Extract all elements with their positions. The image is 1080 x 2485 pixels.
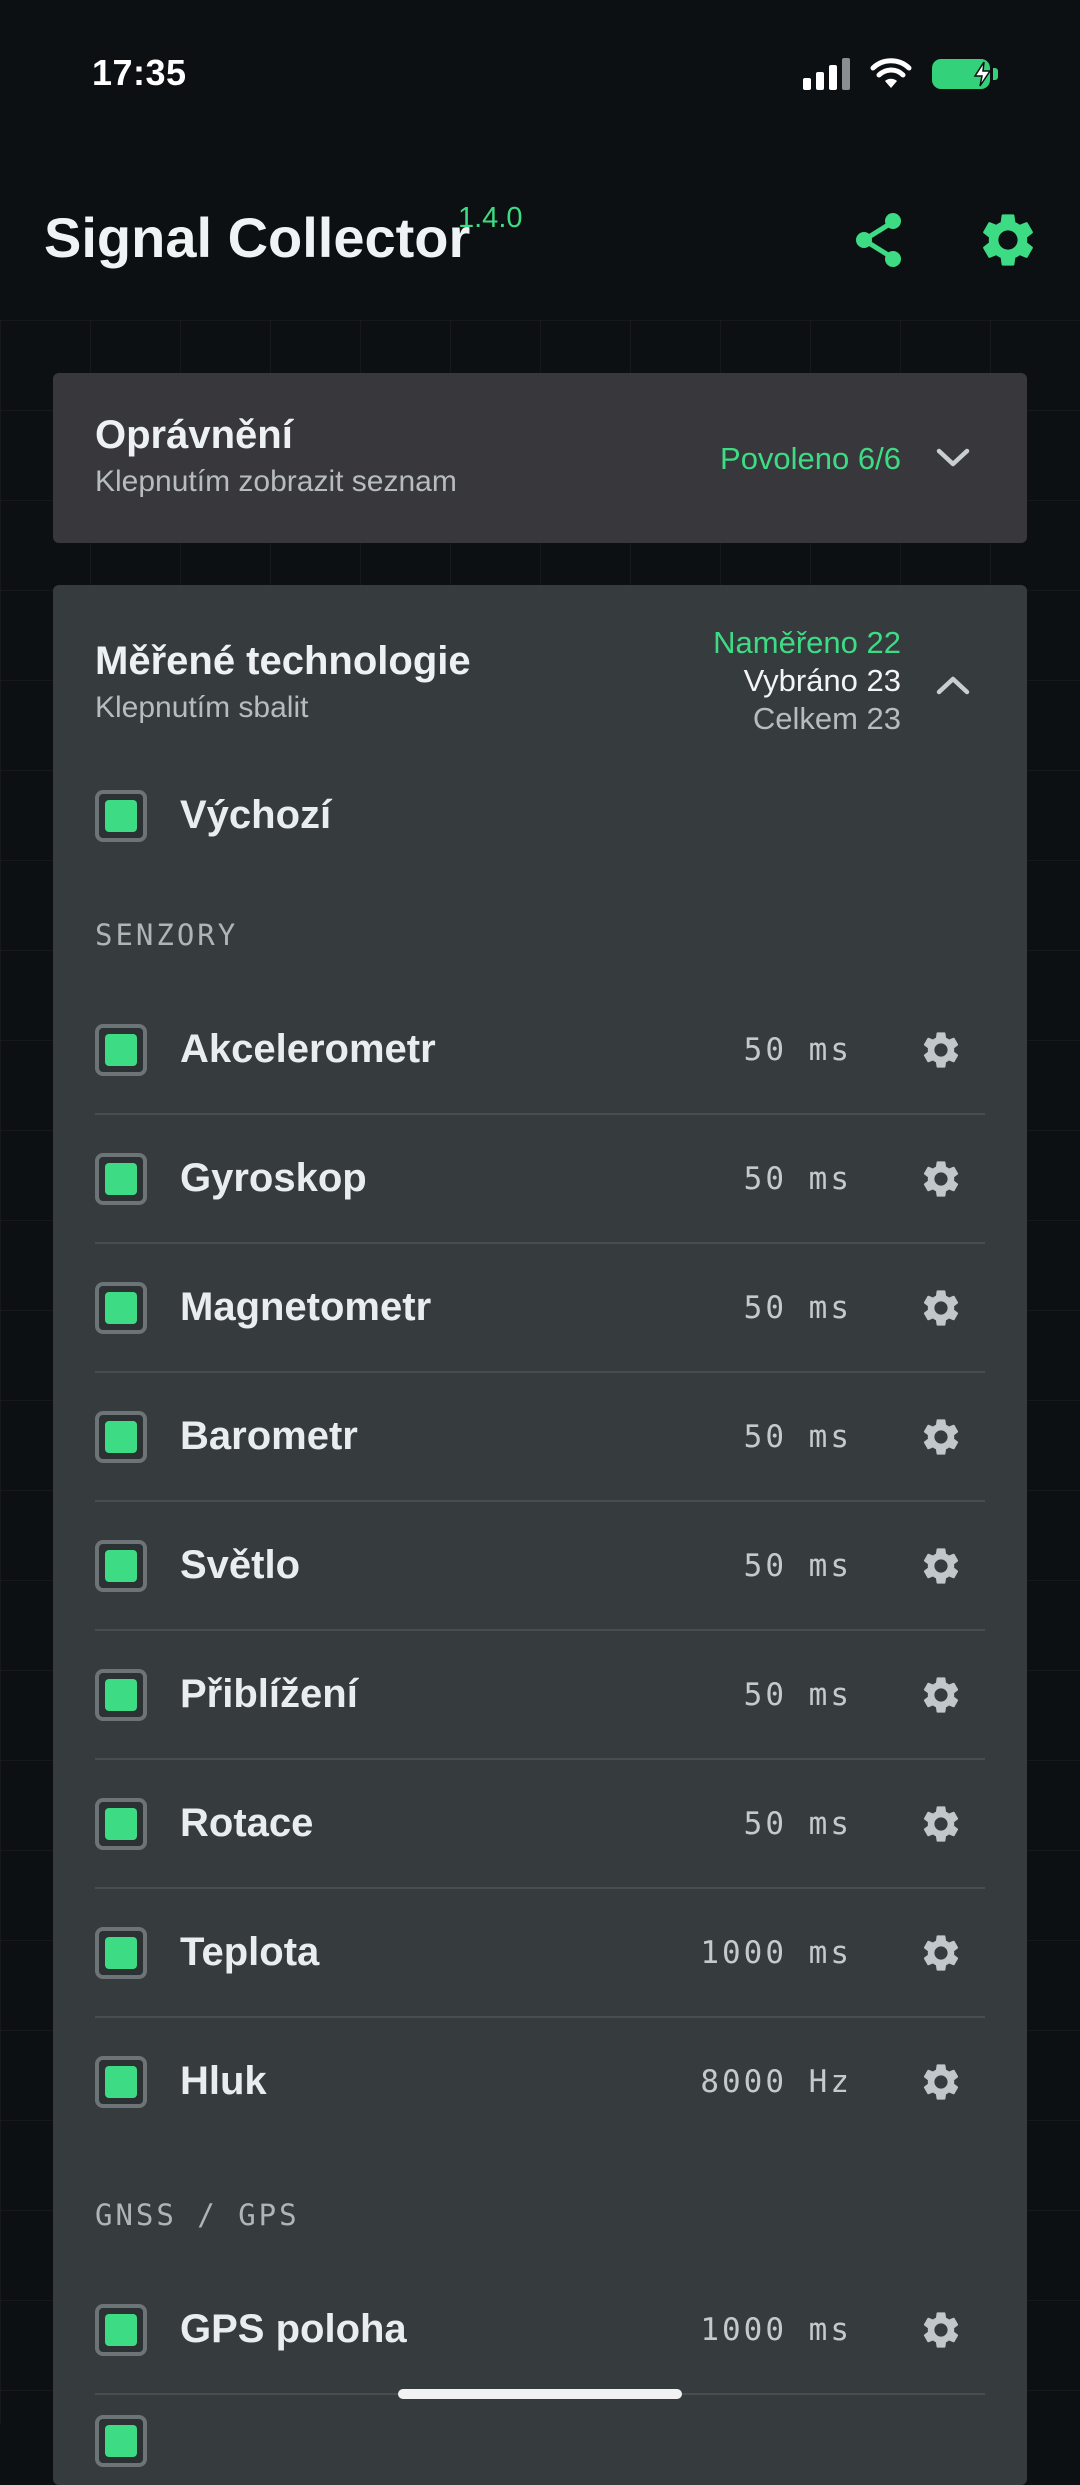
permissions-status: Povoleno 6/6	[720, 441, 901, 476]
divider	[95, 1887, 985, 1889]
status-time: 17:35	[92, 52, 187, 93]
divider	[95, 1758, 985, 1760]
row-value: 50 ms	[743, 1806, 852, 1842]
row-label: GPS poloha	[180, 2307, 407, 2351]
share-icon	[856, 213, 901, 267]
divider	[95, 2016, 985, 2018]
row-label: Barometr	[180, 1414, 358, 1458]
row-value: 8000 Hz	[700, 2064, 852, 2100]
divider	[95, 1371, 985, 1373]
battery-icon	[932, 59, 998, 89]
row-value: 50 ms	[743, 1548, 852, 1584]
section-heading-gnss: GNSS / GPS	[95, 2198, 300, 2232]
technologies-subtitle: Klepnutím sbalit	[95, 691, 309, 724]
gear-icon[interactable]	[919, 1673, 963, 1717]
checkbox[interactable]	[95, 1669, 147, 1721]
row-label: Rotace	[180, 1801, 314, 1845]
checkbox[interactable]	[95, 1798, 147, 1850]
app-version: 1.4.0	[458, 202, 523, 234]
row-value: 1000 ms	[700, 2312, 852, 2348]
checkbox[interactable]	[95, 1927, 147, 1979]
row-value: 50 ms	[743, 1419, 852, 1455]
permissions-card[interactable]: Oprávnění Klepnutím zobrazit seznam Povo…	[53, 373, 1027, 543]
gear-icon[interactable]	[919, 2060, 963, 2104]
total-count: Celkem 23	[752, 701, 901, 736]
gear-icon[interactable]	[919, 1415, 963, 1459]
row-label: Gyroskop	[180, 1156, 367, 1200]
default-label: Výchozí	[180, 793, 332, 837]
divider	[95, 1242, 985, 1244]
cellular-signal-icon	[803, 58, 850, 90]
status-bar: 17:35	[0, 0, 1080, 150]
gear-icon[interactable]	[919, 1544, 963, 1588]
row-value: 50 ms	[743, 1677, 852, 1713]
section-heading-sensors: SENZORY	[95, 918, 239, 952]
technologies-card: Měřené technologie Klepnutím sbalit Namě…	[53, 585, 1027, 2485]
share-button[interactable]	[848, 208, 912, 272]
row-label: Světlo	[180, 1543, 301, 1587]
checkbox[interactable]	[95, 1540, 147, 1592]
checkbox[interactable]	[95, 2304, 147, 2356]
gear-icon[interactable]	[919, 2308, 963, 2352]
settings-button[interactable]	[976, 208, 1040, 272]
row-label: Magnetometr	[180, 1285, 432, 1329]
default-checkbox[interactable]	[95, 790, 147, 842]
wifi-icon	[870, 58, 912, 88]
charging-bolt-icon	[973, 61, 992, 87]
gear-icon[interactable]	[919, 1028, 963, 1072]
gear-icon	[983, 214, 1033, 266]
checkbox[interactable]	[95, 2415, 147, 2467]
permissions-subtitle: Klepnutím zobrazit seznam	[95, 465, 457, 498]
row-label: Hluk	[180, 2059, 267, 2103]
row-value: 50 ms	[743, 1290, 852, 1326]
permissions-title: Oprávnění	[95, 413, 293, 457]
chevron-up-icon[interactable]	[931, 663, 975, 707]
divider	[95, 1113, 985, 1115]
row-value: 50 ms	[743, 1161, 852, 1197]
app-title: Signal Collector	[44, 206, 471, 269]
gear-icon[interactable]	[919, 1802, 963, 1846]
measured-count: Naměřeno 22	[713, 625, 901, 660]
selected-count: Vybráno 23	[743, 663, 901, 698]
gear-icon[interactable]	[919, 1157, 963, 1201]
row-value: 1000 ms	[700, 1935, 852, 1971]
status-icons	[803, 58, 998, 90]
checkbox[interactable]	[95, 1411, 147, 1463]
checkbox[interactable]	[95, 1153, 147, 1205]
row-label: Teplota	[180, 1930, 320, 1974]
home-indicator[interactable]	[398, 2389, 682, 2399]
divider	[95, 1500, 985, 1502]
row-label: Akcelerometr	[180, 1027, 436, 1071]
row-value: 50 ms	[743, 1032, 852, 1068]
technologies-title: Měřené technologie	[95, 639, 471, 683]
gear-icon[interactable]	[919, 1286, 963, 1330]
divider	[95, 1629, 985, 1631]
checkbox[interactable]	[95, 2056, 147, 2108]
chevron-down-icon	[936, 448, 970, 467]
checkbox[interactable]	[95, 1282, 147, 1334]
app-bar: Signal Collector 1.4.0	[0, 150, 1080, 320]
checkbox[interactable]	[95, 1024, 147, 1076]
row-label: Přiblížení	[180, 1672, 358, 1716]
gear-icon[interactable]	[919, 1931, 963, 1975]
